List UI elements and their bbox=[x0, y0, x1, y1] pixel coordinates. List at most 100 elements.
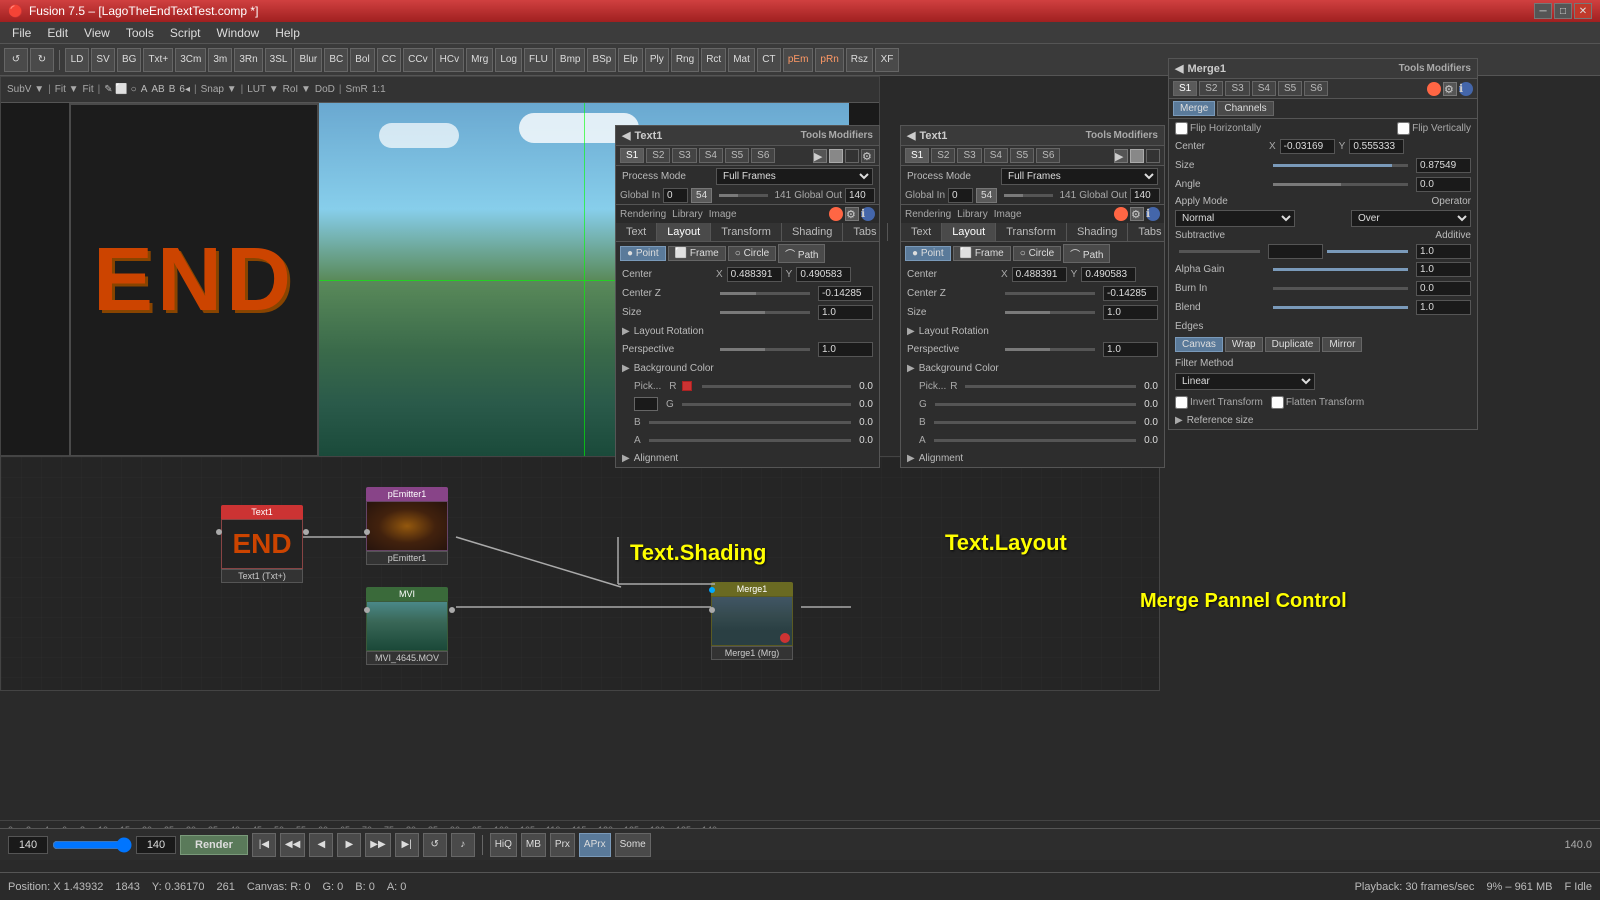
panel-icon-arrow-r[interactable]: ▶ bbox=[1114, 149, 1128, 163]
size-input[interactable] bbox=[818, 305, 873, 320]
merge1-node[interactable]: Merge1 Merge1 (Mrg) bbox=[711, 582, 793, 660]
center-x-input-r[interactable] bbox=[1012, 267, 1067, 282]
center-z-slider-r[interactable] bbox=[1005, 292, 1095, 295]
path-btn[interactable]: ⌒ Path bbox=[778, 244, 825, 263]
text1-node[interactable]: Text1 END Text1 (Txt+) bbox=[221, 505, 303, 583]
r-slider[interactable] bbox=[702, 385, 851, 388]
alpha-gain-slider[interactable] bbox=[1273, 268, 1408, 271]
s1-tab-r[interactable]: S1 bbox=[905, 148, 929, 163]
loop-btn[interactable]: ↺ bbox=[423, 833, 447, 857]
global-out-input[interactable] bbox=[845, 188, 875, 203]
merge-collapse-icon[interactable]: ◀ bbox=[1175, 62, 1183, 75]
mirror-btn[interactable]: Mirror bbox=[1322, 337, 1362, 352]
merge-size-input[interactable] bbox=[1416, 158, 1471, 173]
titlebar-controls[interactable]: ─ □ ✕ bbox=[1534, 3, 1592, 19]
toolbar-mrg[interactable]: Mrg bbox=[466, 48, 493, 72]
merge-subtab-merge[interactable]: Merge bbox=[1173, 101, 1215, 116]
text-tab-r[interactable]: Text bbox=[901, 223, 942, 241]
toolbar-txt[interactable]: Txt+ bbox=[143, 48, 173, 72]
center-z-input[interactable] bbox=[818, 286, 873, 301]
circle-btn-r[interactable]: ○ Circle bbox=[1013, 246, 1061, 261]
center-y-input-r[interactable] bbox=[1081, 267, 1136, 282]
render-button[interactable]: Render bbox=[180, 835, 248, 855]
menu-window[interactable]: Window bbox=[209, 24, 268, 42]
aprx-btn[interactable]: APrx bbox=[579, 833, 611, 857]
merge-tools-tab[interactable]: Tools bbox=[1399, 63, 1425, 74]
r-slider-r[interactable] bbox=[965, 385, 1136, 388]
panel-icon-white[interactable] bbox=[829, 149, 843, 163]
operator-select[interactable]: Over bbox=[1351, 210, 1471, 227]
toolbar-elp[interactable]: Elp bbox=[618, 48, 642, 72]
toolbar-3sl[interactable]: 3SL bbox=[265, 48, 293, 72]
alignment-toggle-r[interactable]: ▶ bbox=[907, 453, 915, 464]
toolbar-3cm[interactable]: 3Cm bbox=[175, 48, 206, 72]
menu-help[interactable]: Help bbox=[267, 24, 308, 42]
flatten-transform-checkbox[interactable] bbox=[1271, 396, 1284, 409]
subtractive-slider[interactable] bbox=[1179, 250, 1260, 253]
end-frame-display[interactable]: 140 bbox=[136, 836, 176, 854]
toolbar-rct[interactable]: Rct bbox=[701, 48, 726, 72]
current-frame-display[interactable]: 140 bbox=[8, 836, 48, 854]
canvas-btn[interactable]: Canvas bbox=[1175, 337, 1223, 352]
gear-icon-r[interactable]: ⚙ bbox=[1130, 207, 1144, 221]
minimize-button[interactable]: ─ bbox=[1534, 3, 1552, 19]
maximize-button[interactable]: □ bbox=[1554, 3, 1572, 19]
transform-tab-r[interactable]: Transform bbox=[996, 223, 1067, 241]
s4-tab-r[interactable]: S4 bbox=[984, 148, 1008, 163]
next-btn[interactable]: ▶▶ bbox=[365, 833, 390, 857]
toolbar-icon-btn2[interactable]: ↻ bbox=[30, 48, 54, 72]
toolbar-log[interactable]: Log bbox=[495, 48, 522, 72]
toolbar-ld[interactable]: LD bbox=[65, 48, 89, 72]
circle-btn[interactable]: ○ Circle bbox=[728, 246, 776, 261]
toolbar-rsz[interactable]: Rsz bbox=[846, 48, 873, 72]
pemitter-node[interactable]: pEmitter1 pEmitter1 bbox=[366, 487, 448, 565]
s6-tab[interactable]: S6 bbox=[751, 148, 775, 163]
s3-tab-r[interactable]: S3 bbox=[957, 148, 981, 163]
toolbar-flu[interactable]: FLU bbox=[524, 48, 553, 72]
merge-s6-tab[interactable]: S6 bbox=[1304, 81, 1328, 96]
hiq-btn[interactable]: HiQ bbox=[490, 833, 517, 857]
toolbar-rng[interactable]: Rng bbox=[671, 48, 699, 72]
toolbar-blur[interactable]: Blur bbox=[294, 48, 322, 72]
size-input-r[interactable] bbox=[1103, 305, 1158, 320]
flip-v-label[interactable]: Flip Vertically bbox=[1397, 122, 1471, 135]
s6-tab-r[interactable]: S6 bbox=[1036, 148, 1060, 163]
color-btn1[interactable] bbox=[829, 207, 843, 221]
goto-end-btn[interactable]: ▶| bbox=[395, 833, 419, 857]
toolbar-sv[interactable]: SV bbox=[91, 48, 115, 72]
toolbar-icon-btn[interactable]: ↺ bbox=[4, 48, 28, 72]
panel-icon-extra[interactable]: ⚙ bbox=[861, 149, 875, 163]
toolbar-bsp[interactable]: BSp bbox=[587, 48, 616, 72]
tabs-tab[interactable]: Tabs bbox=[843, 223, 887, 241]
toolbar-bol[interactable]: Bol bbox=[350, 48, 374, 72]
toolbar-xf[interactable]: XF bbox=[875, 48, 899, 72]
global-in-input[interactable] bbox=[663, 188, 688, 203]
s5-tab[interactable]: S5 bbox=[725, 148, 749, 163]
panel-icon-white-r[interactable] bbox=[1130, 149, 1144, 163]
s2-tab[interactable]: S2 bbox=[646, 148, 670, 163]
layout-rotation-toggle[interactable]: ▶ bbox=[622, 326, 630, 337]
center-z-input-r[interactable] bbox=[1103, 286, 1158, 301]
merge-angle-input[interactable] bbox=[1416, 177, 1471, 192]
perspective-slider-r[interactable] bbox=[1005, 348, 1095, 351]
merge-s1-tab[interactable]: S1 bbox=[1173, 81, 1197, 96]
mb-btn[interactable]: MB bbox=[521, 833, 546, 857]
merge-color-icon[interactable] bbox=[1427, 82, 1441, 96]
toolbar-3m[interactable]: 3m bbox=[208, 48, 232, 72]
merge-gear-icon[interactable]: ⚙ bbox=[1443, 82, 1457, 96]
prev-frame-btn[interactable]: ◀◀ bbox=[280, 833, 305, 857]
apply-mode-select[interactable]: Normal bbox=[1175, 210, 1295, 227]
alpha-gain-input[interactable] bbox=[1416, 262, 1471, 277]
some-btn[interactable]: Some bbox=[615, 833, 651, 857]
alignment-toggle[interactable]: ▶ bbox=[622, 453, 630, 464]
flip-v-checkbox[interactable] bbox=[1397, 122, 1410, 135]
shading-tab[interactable]: Shading bbox=[782, 223, 843, 241]
path-btn-r[interactable]: ⌒ Path bbox=[1063, 244, 1110, 263]
a-slider[interactable] bbox=[649, 439, 851, 442]
center-z-slider[interactable] bbox=[720, 292, 810, 295]
invert-transform-label[interactable]: Invert Transform bbox=[1175, 396, 1263, 409]
blend-input[interactable] bbox=[1416, 300, 1471, 315]
perspective-slider[interactable] bbox=[720, 348, 810, 351]
prev-btn[interactable]: ◀ bbox=[309, 833, 333, 857]
burn-in-input[interactable] bbox=[1416, 281, 1471, 296]
